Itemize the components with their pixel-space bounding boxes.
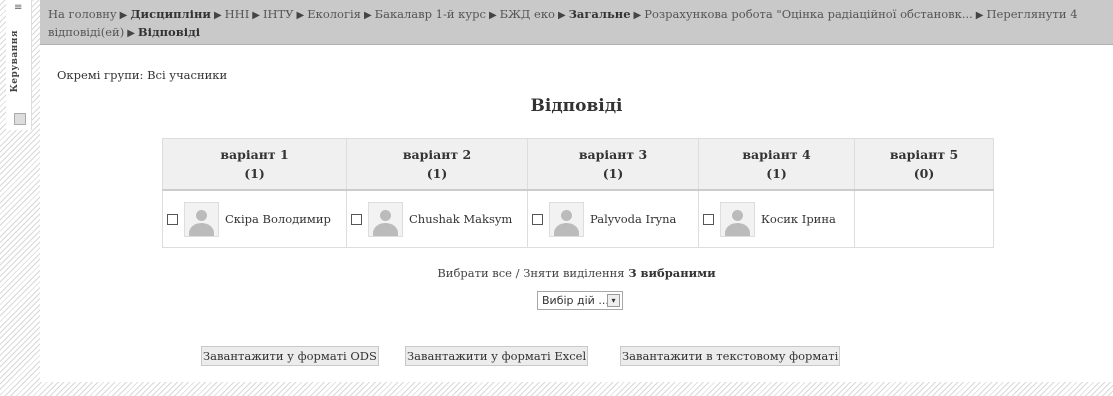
breadcrumb-intu[interactable]: ІНТУ bbox=[263, 7, 294, 21]
column-header-label: варіант 2 bbox=[402, 147, 472, 162]
breadcrumb-bachelor[interactable]: Бакалавр 1-й курс bbox=[375, 7, 486, 21]
response-cell: Palyvoda Iryna bbox=[527, 189, 699, 248]
with-selected-label: З вибраними bbox=[628, 266, 716, 280]
breadcrumb-current: Відповіді bbox=[137, 25, 201, 39]
column-header-count: (1) bbox=[244, 166, 265, 181]
column-header: варіант 3 (1) bbox=[527, 138, 699, 191]
breadcrumb-separator-icon: ▶ bbox=[119, 10, 128, 21]
column-header: варіант 2 (1) bbox=[346, 138, 528, 191]
response-checkbox[interactable] bbox=[532, 213, 543, 225]
page-title: Відповіді bbox=[530, 96, 623, 116]
menu-icon[interactable]: ≡ bbox=[14, 2, 22, 13]
download-text-button[interactable]: Завантажити в текстовому форматі bbox=[620, 346, 841, 366]
breadcrumb-separator-icon: ▶ bbox=[488, 10, 497, 21]
breadcrumb-separator-icon: ▶ bbox=[213, 10, 222, 21]
breadcrumb-general[interactable]: Загальне bbox=[569, 7, 631, 21]
actions-select[interactable]: Вибір дій ... ▾ bbox=[537, 291, 623, 310]
breadcrumb-course[interactable]: БЖД еко bbox=[500, 7, 555, 21]
user-avatar[interactable] bbox=[720, 201, 755, 237]
main-content: На головну ▶ Дисципліни ▶ ННІ ▶ ІНТУ ▶ Екологія ▶… bbox=[40, 0, 1113, 382]
breadcrumb-home[interactable]: На головну bbox=[48, 7, 117, 21]
response-checkbox[interactable] bbox=[167, 213, 178, 225]
user-avatar[interactable] bbox=[368, 201, 403, 237]
selection-divider: / bbox=[515, 266, 520, 280]
breadcrumb: На головну ▶ Дисципліни ▶ ННІ ▶ ІНТУ ▶ Екологія ▶… bbox=[40, 0, 1113, 45]
column-header-count: (1) bbox=[602, 166, 624, 181]
download-excel-button[interactable]: Завантажити у форматі Excel bbox=[405, 346, 589, 366]
table-row: Скіра Володимир Chushak Maksym Palyvoda … bbox=[162, 189, 994, 248]
user-name-link[interactable]: Chushak Maksym bbox=[409, 212, 512, 226]
breadcrumb-ecology[interactable]: Екологія bbox=[307, 7, 361, 21]
dock-label-administration[interactable]: Керування bbox=[10, 30, 20, 92]
breadcrumb-separator-icon: ▶ bbox=[975, 10, 984, 21]
actions-select-value: Вибір дій ... bbox=[542, 294, 609, 307]
breadcrumb-courses[interactable]: Дисципліни bbox=[130, 7, 211, 21]
deselect-all-link[interactable]: Зняти виділення bbox=[523, 266, 624, 280]
block-dock: ≡ Керування bbox=[6, 0, 32, 130]
column-header: варіант 1 (1) bbox=[162, 138, 347, 191]
user-avatar[interactable] bbox=[184, 201, 219, 237]
selection-controls: Вибрати все / Зняти виділення З вибраним… bbox=[40, 266, 1113, 280]
breadcrumb-separator-icon: ▶ bbox=[127, 28, 135, 39]
user-avatar[interactable] bbox=[549, 201, 584, 237]
column-header-count: (0) bbox=[913, 166, 935, 181]
dock-block-icon[interactable] bbox=[14, 113, 26, 125]
download-ods-button[interactable]: Завантажити у форматі ODS bbox=[201, 346, 379, 366]
column-header-count: (1) bbox=[766, 166, 787, 181]
response-checkbox[interactable] bbox=[703, 213, 714, 225]
response-cell-empty bbox=[854, 189, 994, 248]
sidebar: ≡ Керування bbox=[0, 0, 38, 396]
column-header: варіант 4 (1) bbox=[698, 138, 855, 191]
user-name-link[interactable]: Скіра Володимир bbox=[225, 212, 331, 226]
user-name-link[interactable]: Palyvoda Iryna bbox=[590, 212, 676, 226]
breadcrumb-separator-icon: ▶ bbox=[557, 10, 566, 21]
breadcrumb-separator-icon: ▶ bbox=[296, 10, 305, 21]
column-header-count: (1) bbox=[426, 166, 448, 181]
breadcrumb-assignment[interactable]: Розрахункова робота "Оцінка радіаційної … bbox=[644, 7, 973, 21]
response-checkbox[interactable] bbox=[351, 213, 362, 225]
breadcrumb-separator-icon: ▶ bbox=[252, 10, 260, 21]
groups-info: Окремі групи: Всі учасники bbox=[57, 68, 228, 82]
response-cell: Chushak Maksym bbox=[346, 189, 528, 248]
user-name-link[interactable]: Косик Ірина bbox=[761, 212, 836, 226]
chevron-down-icon[interactable]: ▾ bbox=[607, 294, 620, 307]
responses-table: варіант 1 (1) варіант 2 (1) варіант 3 (1) в… bbox=[162, 138, 994, 248]
breadcrumb-nni[interactable]: ННІ bbox=[225, 7, 250, 21]
breadcrumb-separator-icon: ▶ bbox=[363, 10, 372, 21]
column-header-label: варіант 1 bbox=[220, 147, 289, 162]
column-header-label: варіант 5 bbox=[889, 147, 959, 162]
column-header-label: варіант 3 bbox=[578, 147, 648, 162]
column-header-label: варіант 4 bbox=[742, 147, 811, 162]
breadcrumb-separator-icon: ▶ bbox=[633, 10, 642, 21]
select-all-link[interactable]: Вибрати все bbox=[437, 266, 512, 280]
column-header: варіант 5 (0) bbox=[854, 138, 994, 191]
response-cell: Скіра Володимир bbox=[162, 189, 347, 248]
response-cell: Косик Ірина bbox=[698, 189, 855, 248]
table-header-row: варіант 1 (1) варіант 2 (1) варіант 3 (1) в… bbox=[162, 138, 994, 191]
